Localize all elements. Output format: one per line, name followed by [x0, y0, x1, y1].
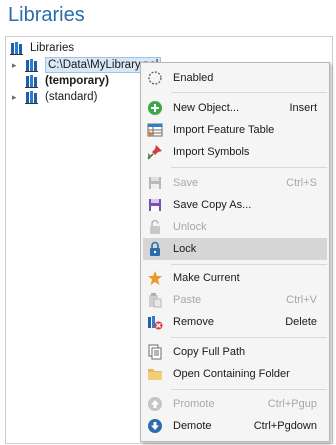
menu-item-save[interactable]: Save Ctrl+S [143, 172, 327, 194]
menu-item-import-symbols[interactable]: Import Symbols [143, 141, 327, 163]
library-stack-icon [25, 74, 41, 88]
plus-circle-icon [147, 100, 163, 116]
menu-item-label: Copy Full Path [173, 346, 246, 358]
menu-item-promote[interactable]: Promote Ctrl+Pgup [143, 393, 327, 415]
menu-item-demote[interactable]: Demote Ctrl+Pgdown [143, 415, 327, 437]
menu-item-label: Paste [173, 294, 202, 306]
paste-icon [147, 292, 163, 308]
menu-item-label: Remove [173, 316, 214, 328]
menu-item-shortcut: Insert [289, 102, 317, 114]
arrow-up-circle-icon [147, 396, 163, 412]
menu-item-label: Import Symbols [173, 146, 250, 158]
menu-separator [171, 167, 327, 168]
floppy-copy-icon [147, 197, 163, 213]
menu-item-open-containing-folder[interactable]: Open Containing Folder [143, 363, 327, 385]
menu-item-label: Save [173, 177, 199, 189]
chevron-right-icon[interactable]: ▸ [12, 60, 21, 70]
context-menu: Enabled New Object... Insert Import Feat… [140, 62, 330, 442]
menu-item-shortcut: Ctrl+Pgup [267, 398, 317, 410]
chevron-right-icon[interactable]: ▸ [12, 92, 21, 102]
menu-item-new-object[interactable]: New Object... Insert [143, 97, 327, 119]
menu-item-import-feature-table[interactable]: Import Feature Table [143, 119, 327, 141]
unlock-icon [147, 219, 163, 235]
menu-separator [171, 337, 327, 338]
arrow-down-circle-icon [147, 418, 163, 434]
menu-item-label: Enabled [173, 72, 214, 84]
menu-item-unlock[interactable]: Unlock [143, 216, 327, 238]
library-stack-icon [10, 41, 26, 55]
panel-title: Libraries [8, 4, 85, 26]
menu-item-shortcut: Ctrl+V [286, 294, 317, 306]
menu-item-paste[interactable]: Paste Ctrl+V [143, 289, 327, 311]
menu-item-label: Import Feature Table [173, 124, 275, 136]
tree-item-label: (temporary) [45, 75, 109, 87]
menu-item-label: Make Current [173, 272, 240, 284]
tree-item-label: (standard) [45, 91, 98, 103]
menu-item-make-current[interactable]: Make Current [143, 267, 327, 289]
menu-item-enabled[interactable]: Enabled [143, 67, 327, 89]
table-import-icon [147, 122, 163, 138]
copy-path-icon [147, 344, 163, 360]
menu-item-copy-full-path[interactable]: Copy Full Path [143, 341, 327, 363]
tree-root-label: Libraries [30, 42, 75, 54]
library-stack-icon [25, 90, 41, 104]
star-icon [147, 270, 163, 286]
library-remove-icon [147, 314, 163, 330]
tree-root[interactable]: Libraries [10, 40, 74, 56]
menu-item-label: Open Containing Folder [173, 368, 290, 380]
menu-item-label: New Object... [173, 102, 240, 114]
tree-item[interactable]: (temporary) [25, 73, 109, 89]
lock-icon [147, 241, 163, 257]
tree-item[interactable]: ▸ (standard) [12, 89, 97, 105]
folder-icon [147, 366, 163, 382]
menu-item-label: Lock [173, 243, 197, 255]
menu-separator [171, 264, 327, 265]
menu-separator [171, 389, 327, 390]
menu-item-shortcut: Delete [285, 316, 317, 328]
menu-item-lock[interactable]: Lock [143, 238, 327, 260]
menu-separator [171, 92, 327, 93]
menu-item-shortcut: Ctrl+S [286, 177, 317, 189]
menu-item-remove[interactable]: Remove Delete [143, 311, 327, 333]
pin-import-icon [147, 144, 163, 160]
menu-item-label: Unlock [173, 221, 207, 233]
menu-item-label: Promote [173, 398, 215, 410]
floppy-icon [147, 175, 163, 191]
library-stack-icon [25, 58, 41, 72]
menu-item-label: Demote [173, 420, 212, 432]
menu-item-label: Save Copy As... [173, 199, 252, 211]
checkbox-dashed-icon [147, 70, 163, 86]
tree-item[interactable]: ▸ C:\Data\MyLibrary.pol [12, 57, 162, 73]
menu-item-save-copy-as[interactable]: Save Copy As... [143, 194, 327, 216]
menu-item-shortcut: Ctrl+Pgdown [253, 420, 317, 432]
